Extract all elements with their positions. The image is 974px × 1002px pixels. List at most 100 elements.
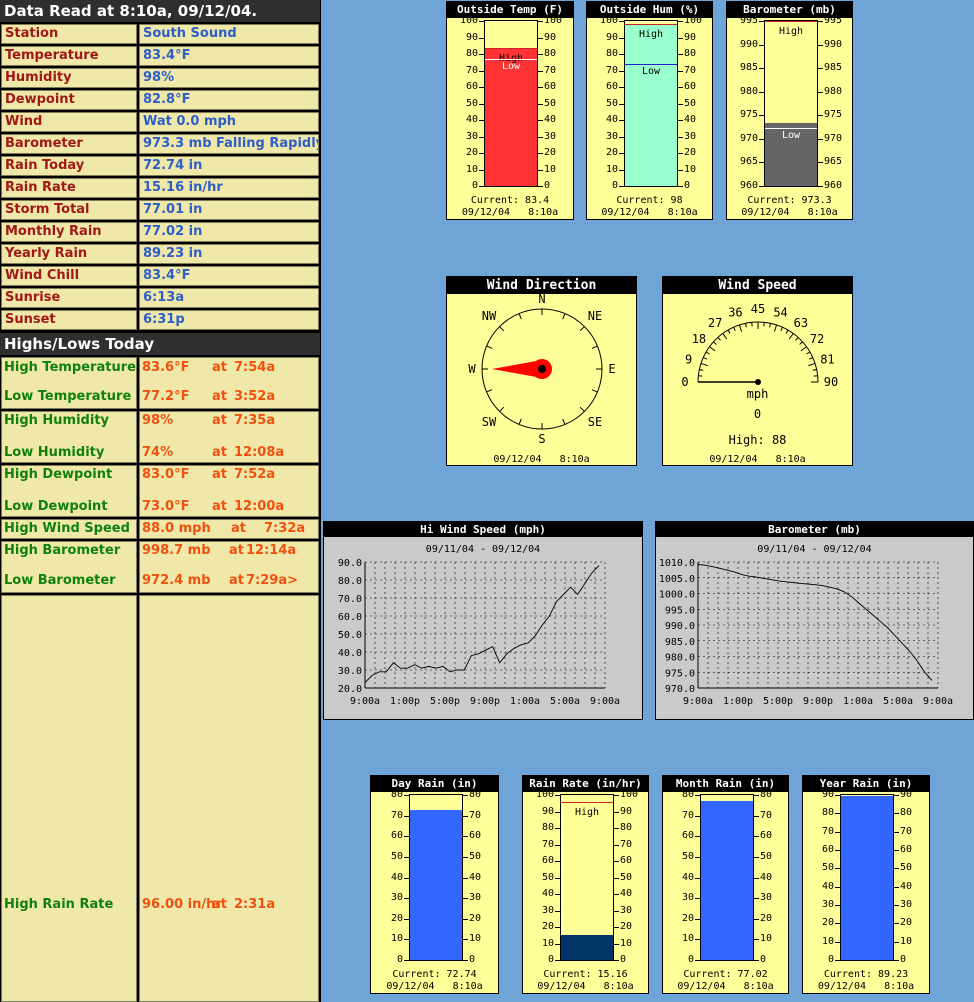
gauge-tick-label: 70 (900, 825, 913, 837)
gauge-tick-mark (695, 898, 700, 900)
gauge-tick-label: 10 (541, 937, 554, 949)
highs-lows-label: High Temperature (4, 360, 136, 375)
highs-lows-label: Low Barometer (4, 573, 116, 588)
gauge-tick-label: 80 (465, 48, 478, 59)
gauge-tick-label: 70 (390, 809, 403, 821)
gauge-tick-label: 980 (739, 85, 758, 97)
gauge-tick-label: 70 (681, 809, 694, 821)
gauge-tick-label: 30 (620, 904, 633, 916)
graph-xtick-label: 1:00p (723, 696, 753, 707)
current-value: South Sound (139, 24, 319, 44)
gauge-high-line (485, 48, 537, 50)
graph-xtick-label: 9:00p (470, 696, 500, 707)
gauge-tick-label: 80 (681, 789, 694, 800)
graph-ytick-label: 1000.0 (659, 590, 695, 601)
gauge-tick-mark (538, 169, 543, 171)
gauge-current: Current: 98 (616, 195, 683, 206)
current-value: 15.16 in/hr (139, 178, 319, 198)
highs-lows-label: High Dewpoint (4, 467, 113, 482)
current-value: Wat 0.0 mph (139, 112, 319, 132)
gauge-tick-mark (619, 87, 624, 88)
highs-lows-label: High Barometer (4, 543, 121, 558)
current-value: 973.3 mb Falling Rapidly (139, 134, 319, 154)
speed-tick (800, 346, 807, 352)
gauge-tick-mark (894, 960, 899, 961)
gauge-tick-label: 20 (620, 921, 633, 932)
gauge-time: 8:10a (528, 207, 559, 218)
gauge-tick-label: 965 (739, 156, 758, 168)
gauge-tick-mark (555, 844, 560, 846)
graph-ytick-label: 970.0 (665, 684, 695, 695)
gauge-tick-mark (463, 815, 468, 817)
highs-lows-time: 7:35a (234, 413, 276, 428)
gauge-tick-label: 50 (469, 850, 482, 862)
gauge-tick-mark (678, 103, 683, 105)
gauge-tick-label: 80 (684, 48, 697, 59)
wind-speed-date: 09/12/04 (709, 454, 758, 465)
gauge-tick-label: 70 (544, 64, 557, 76)
gauge-dayrain: Day Rain (in) 0 0 10 10 20 20 30 30 40 40 50 50 60 60 7… (370, 775, 499, 994)
gauge-tick-label: 90 (465, 31, 478, 43)
gauge-tick-label: 975 (824, 109, 843, 121)
highs-lows-time: 7:32a (264, 521, 306, 536)
gauge-tick-mark (695, 856, 700, 858)
gauge-tick-mark (463, 877, 468, 879)
speed-tick (727, 329, 731, 334)
highs-lows-label-cell: High Dewpoint Low Dewpoint (1, 465, 137, 517)
graph-xtick-label: 5:00a (550, 696, 580, 707)
gauge-tick-mark (479, 136, 484, 138)
gauge-tick-label: 980 (824, 85, 843, 97)
gauge-tick-label: 10 (469, 933, 482, 945)
gauge-tick-mark (695, 918, 700, 920)
gauge-tick-label: 80 (821, 807, 834, 819)
hi-wind-graph-subtitle: 09/11/04 - 09/12/04 (425, 544, 541, 555)
gauge-tick-label: 50 (760, 850, 773, 862)
compass-tick (518, 418, 522, 425)
gauge-tick-mark (538, 103, 543, 105)
gauge-tick-label: 50 (821, 862, 834, 874)
highs-lows-value: 74% (142, 445, 174, 460)
speed-tick (812, 369, 817, 371)
gauge-tick-mark (754, 939, 759, 941)
speed-tick (773, 324, 778, 332)
highs-lows-label: Low Dewpoint (4, 499, 108, 514)
highs-lows-label-cell: High Temperature Low Temperature (1, 357, 137, 409)
barometer-graph: Barometer (mb) 09/11/04 - 09/12/04 970.0… (655, 521, 974, 720)
highs-lows-label: High Wind Speed (4, 521, 130, 536)
gauge-tick-label: 20 (900, 917, 913, 929)
gauge-tick-mark (678, 21, 683, 22)
speed-tick (780, 326, 783, 332)
gauge-stamp: 09/12/04 8:10a (523, 981, 648, 992)
compass-tick (562, 313, 566, 320)
gauge-bar: High Low (624, 20, 678, 187)
compass-tick (499, 406, 505, 412)
gauge-current: Current: 77.02 (683, 969, 768, 980)
gauge-tick-label: 965 (824, 156, 843, 168)
gauge-tick-label: 40 (821, 880, 834, 892)
gauge-tick-mark (619, 54, 624, 55)
gauge-date: 09/12/04 (741, 207, 790, 218)
gauge-tick-mark (614, 960, 619, 961)
gauge-tick-mark (695, 795, 700, 796)
highs-lows-at: at (231, 521, 246, 536)
gauge-tick-label: 0 (396, 954, 403, 965)
highs-lows-value: 98% (142, 413, 174, 428)
gauge-tick-mark (538, 70, 543, 72)
gauge-tick-label: 30 (465, 130, 478, 142)
compass-tick (518, 313, 522, 320)
gauge-tick-mark (759, 21, 764, 22)
gauge-current: Current: 89.23 (823, 969, 909, 980)
gauge-tick-label: 20 (541, 921, 554, 932)
gauge-current: Current: 15.16 (543, 969, 628, 980)
gauge-tick-label: 40 (900, 880, 913, 892)
gauge-tick-label: 30 (684, 130, 697, 142)
gauge-tick-mark (619, 136, 624, 138)
current-label: Humidity (1, 68, 137, 88)
gauge-tick-mark (759, 68, 764, 70)
wind-dir-time: 8:10a (559, 454, 590, 465)
gauge-tick-label: 10 (544, 163, 557, 175)
speed-tick (705, 351, 710, 355)
speed-tick (738, 324, 743, 332)
gauge-tick-label: 70 (541, 838, 554, 850)
gauge-tick-mark (463, 939, 468, 941)
